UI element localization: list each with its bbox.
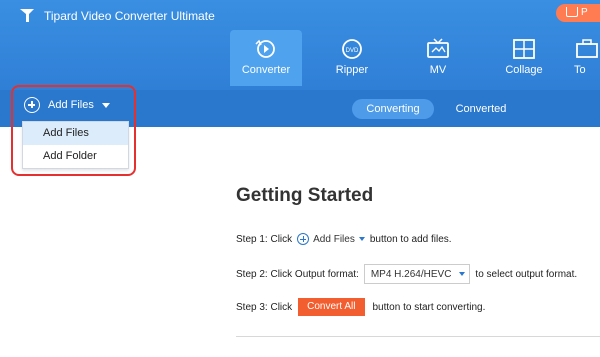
app-logo-icon (20, 9, 34, 22)
tab-converted[interactable]: Converted (452, 99, 510, 119)
svg-text:DVD: DVD (346, 48, 359, 54)
app-title: Tipard Video Converter Ultimate (44, 9, 215, 23)
tab-label: Collage (505, 64, 543, 76)
buy-button[interactable]: P (556, 4, 600, 22)
highlight-box (11, 85, 136, 176)
add-icon (297, 233, 310, 245)
dvd-icon: DVD (342, 39, 362, 59)
tv-icon (427, 38, 449, 58)
tab-label: To (574, 64, 586, 76)
output-format-select[interactable]: MP4 H.264/HEVC (363, 264, 471, 284)
tab-label: MV (429, 64, 447, 76)
converter-icon (255, 39, 275, 58)
divider (236, 336, 600, 337)
toolbox-icon (576, 39, 598, 58)
step-3: Step 3: Click Convert All button to star… (236, 298, 485, 316)
output-format-value: MP4 H.264/HEVC (370, 268, 452, 280)
step-text: to select output format. (475, 268, 578, 280)
step-text: Step 1: Click (236, 233, 293, 245)
tab-toolbox[interactable]: To (574, 30, 600, 86)
collage-icon (513, 39, 535, 59)
chevron-down-icon (358, 237, 365, 241)
step-text: Step 3: Click (236, 301, 293, 313)
inline-add-files-button[interactable]: Add Files (297, 233, 365, 245)
step-text: button to start converting. (372, 301, 486, 313)
chevron-down-icon (459, 272, 466, 276)
inline-add-files-label: Add Files (313, 233, 355, 245)
step-text: button to add files. (369, 233, 452, 245)
tab-ripper[interactable]: DVD Ripper (316, 30, 388, 86)
tab-label: Converter (241, 64, 291, 76)
tab-collage[interactable]: Collage (488, 30, 560, 86)
convert-all-button[interactable]: Convert All (298, 298, 365, 316)
page-title: Getting Started (236, 185, 374, 206)
step-2: Step 2: Click Output format: MP4 H.264/H… (236, 264, 577, 284)
tab-label: Ripper (335, 64, 369, 76)
cart-icon (566, 7, 578, 18)
step-text: Step 2: Click Output format: (236, 268, 359, 280)
tab-mv[interactable]: MV (402, 30, 474, 86)
app-window: Tipard Video Converter Ultimate P Conver… (0, 0, 600, 357)
buy-label: P (581, 7, 588, 18)
tab-converter[interactable]: Converter (230, 30, 302, 86)
tab-converting[interactable]: Converting (352, 99, 434, 119)
step-1: Step 1: Click Add Files button to add fi… (236, 233, 452, 245)
